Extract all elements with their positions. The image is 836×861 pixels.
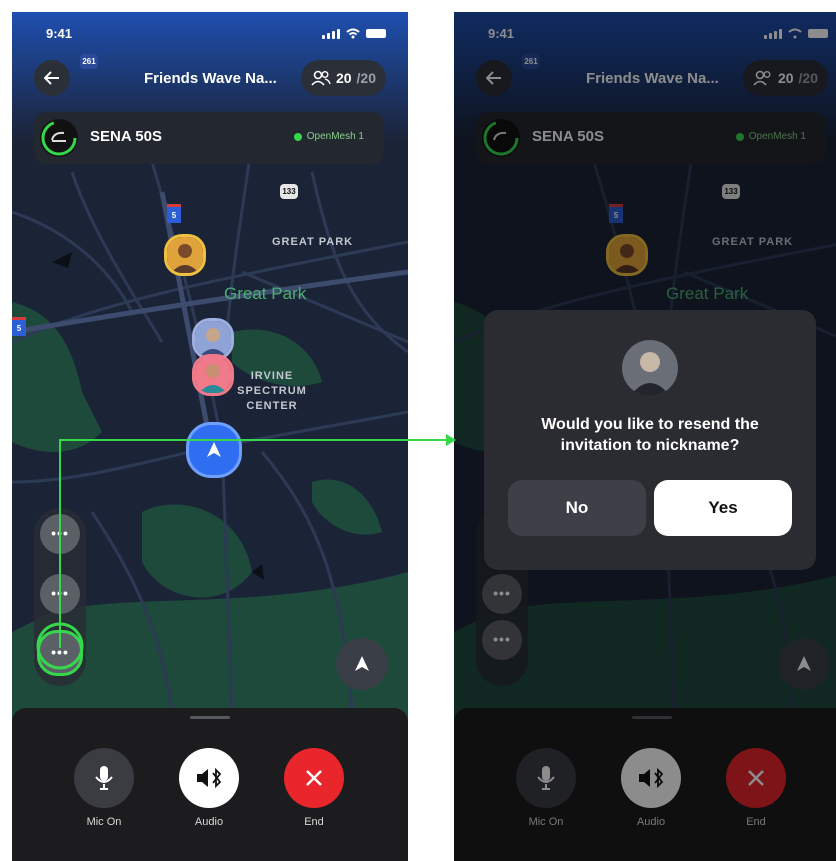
mic-button[interactable] bbox=[74, 748, 134, 808]
route-shield-133: 133 bbox=[280, 184, 298, 199]
map-label-irvine-1: IRVINE bbox=[250, 370, 294, 382]
phone-screen-map: 9:41 Friends Wave Na... 20/20 SENA 50S O… bbox=[12, 12, 408, 861]
group-title: Friends Wave Na... bbox=[144, 70, 277, 87]
member-roster: ••• ••• ••• bbox=[34, 508, 86, 686]
navigation-arrow-icon bbox=[207, 442, 221, 457]
interstate-shield-5: 5 bbox=[167, 204, 181, 223]
device-name: SENA 50S bbox=[90, 128, 162, 145]
device-card[interactable]: SENA 50S OpenMesh 1 bbox=[34, 112, 384, 164]
member-pin-avatar[interactable] bbox=[192, 354, 234, 396]
audio-button[interactable] bbox=[179, 748, 239, 808]
invitee-avatar bbox=[622, 340, 678, 396]
more-dots: ••• bbox=[51, 525, 69, 541]
network-name: OpenMesh 1 bbox=[306, 131, 364, 142]
dialog-message: Would you like to resend the invitation … bbox=[541, 416, 759, 454]
sheet-handle[interactable] bbox=[190, 716, 230, 719]
call-controls-sheet: Mic On Audio End bbox=[12, 708, 408, 861]
member-pin-avatar[interactable] bbox=[164, 234, 206, 276]
close-icon bbox=[306, 770, 322, 786]
map-label-irvine-2: SPECTRUM bbox=[237, 385, 307, 397]
members-button[interactable]: 20/20 bbox=[300, 60, 386, 96]
roster-avatar-selected[interactable]: ••• bbox=[37, 630, 83, 676]
status-dot-icon bbox=[293, 132, 302, 141]
map-label-great-park: Great Park bbox=[224, 284, 307, 303]
route-shield-261: 261 bbox=[80, 54, 98, 69]
map-label-irvine-3: CENTER bbox=[246, 400, 298, 412]
more-dots: ••• bbox=[51, 644, 69, 660]
phone-screen-dialog: 9:41 Friends Wave Na... 20/20 SENA 50S O… bbox=[454, 12, 836, 861]
recenter-button[interactable] bbox=[336, 638, 388, 690]
status-time: 9:41 bbox=[46, 26, 73, 41]
yes-button[interactable]: Yes bbox=[654, 480, 792, 536]
battery-icon bbox=[366, 29, 386, 38]
signal-icon bbox=[322, 28, 340, 39]
status-bar: 9:41 bbox=[46, 26, 386, 46]
members-count: 20 bbox=[335, 70, 352, 86]
end-call-button[interactable] bbox=[284, 748, 344, 808]
resend-invitation-dialog: Would you like to resend the invitation … bbox=[484, 310, 816, 570]
microphone-icon bbox=[95, 766, 113, 790]
status-indicators bbox=[322, 28, 386, 39]
speaker-bluetooth-icon bbox=[197, 767, 222, 789]
my-location-marker bbox=[186, 422, 242, 478]
audio-label: Audio bbox=[194, 816, 224, 828]
wifi-icon bbox=[346, 28, 360, 39]
mic-label: Mic On bbox=[86, 816, 122, 828]
back-button[interactable] bbox=[34, 60, 70, 96]
roster-avatar[interactable]: ••• bbox=[40, 514, 80, 554]
members-total: /20 bbox=[356, 70, 376, 86]
map-label-great-park-upper: GREAT PARK bbox=[272, 236, 354, 248]
device-network: OpenMesh 1 bbox=[293, 131, 364, 142]
more-dots: ••• bbox=[51, 585, 69, 601]
people-icon bbox=[311, 70, 331, 86]
end-label: End bbox=[304, 816, 324, 828]
no-button[interactable]: No bbox=[508, 480, 646, 536]
roster-avatar[interactable]: ••• bbox=[40, 574, 80, 614]
device-logo-icon bbox=[40, 119, 78, 157]
interstate-shield-5-edge: 5 bbox=[12, 317, 26, 336]
navigation-arrow-icon bbox=[355, 656, 369, 671]
arrow-left-icon bbox=[44, 71, 59, 85]
